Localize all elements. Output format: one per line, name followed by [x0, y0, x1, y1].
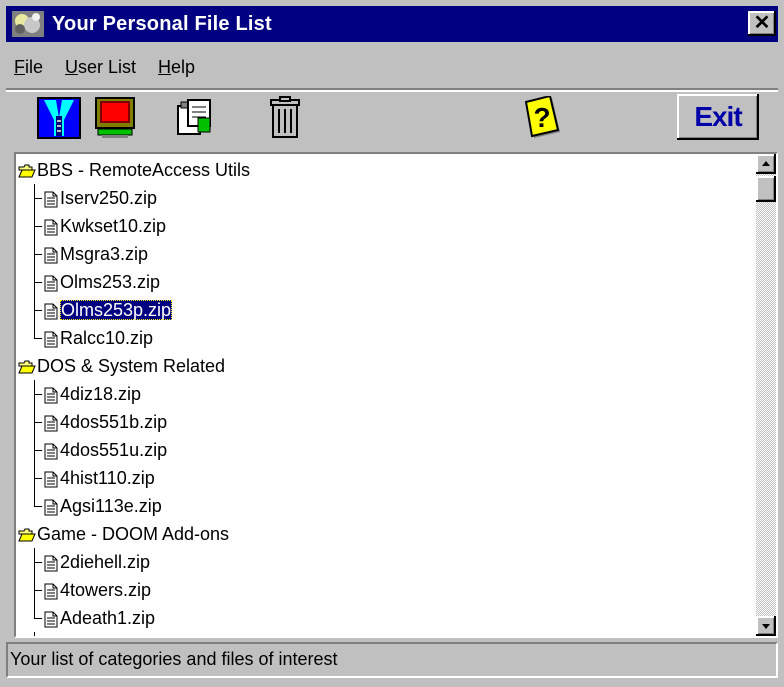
help-icon[interactable]: ?	[520, 96, 566, 140]
file-label: Agsi113e.zip	[60, 496, 162, 516]
monitor-icon[interactable]	[92, 96, 138, 140]
app-window: Your Personal File List ✕ File User List…	[0, 0, 784, 687]
file-icon	[44, 471, 58, 488]
toolbar: ? Exit	[0, 92, 784, 148]
category-label: BBS - RemoteAccess Utils	[37, 160, 251, 180]
svg-text:?: ?	[533, 102, 550, 133]
file-icon	[44, 555, 58, 572]
file-label: 4dos551u.zip	[60, 440, 168, 460]
vertical-scrollbar[interactable]	[756, 154, 776, 636]
file-label: Adeath1.zip	[60, 608, 156, 628]
file-icon	[44, 219, 58, 236]
open-folder-icon	[18, 528, 36, 542]
file-label: Kwkset10.zip	[60, 216, 167, 236]
tree-file-item[interactable]: Msgra3.zip	[34, 240, 148, 268]
tree-file-item[interactable]: Olms253.zip	[34, 268, 160, 296]
file-icon	[44, 415, 58, 432]
file-label: 4dos551b.zip	[60, 412, 168, 432]
tree-file-item[interactable]: Ralcc10.zip	[34, 324, 153, 352]
file-tree-view[interactable]: BBS - RemoteAccess Utils Iserv250.zip Kwks…	[16, 154, 756, 636]
tree-category[interactable]: BBS - RemoteAccess Utils	[18, 156, 250, 184]
tree-file-item[interactable]: 4towers.zip	[34, 576, 151, 604]
menu-bar: File User List Help	[6, 50, 209, 84]
menu-file[interactable]: File	[14, 57, 43, 78]
category-label: Game - DOOM Add-ons	[37, 524, 230, 544]
tree-file-item[interactable]: 4diz18.zip	[34, 380, 141, 408]
tree-file-item[interactable]: Kwkset10.zip	[34, 212, 166, 240]
paste-icon[interactable]	[170, 96, 216, 140]
file-tree: BBS - RemoteAccess Utils Iserv250.zip Kwks…	[14, 152, 778, 638]
exit-button[interactable]: Exit	[677, 94, 759, 140]
tree-file-item[interactable]: 4dos551b.zip	[34, 408, 167, 436]
status-bar: Your list of categories and files of int…	[6, 642, 778, 678]
file-icon	[44, 611, 58, 628]
file-icon	[44, 499, 58, 516]
file-icon	[44, 191, 58, 208]
tree-file-item[interactable]: Iserv250.zip	[34, 184, 157, 212]
file-icon	[44, 275, 58, 292]
file-label: Ralcc10.zip	[60, 328, 154, 348]
trash-icon[interactable]	[262, 96, 308, 140]
file-icon	[44, 331, 58, 348]
file-label: 2diehell.zip	[60, 552, 151, 572]
file-label: Olms253p.zip	[60, 300, 173, 320]
arrow-up-icon	[762, 161, 770, 166]
tree-file-item[interactable]: Agsi113e.zip	[34, 492, 162, 520]
menu-help[interactable]: Help	[158, 57, 195, 78]
scroll-down-button[interactable]	[756, 616, 776, 636]
zip-icon[interactable]	[36, 96, 82, 140]
scroll-up-button[interactable]	[756, 154, 776, 174]
file-label: 4towers.zip	[60, 580, 152, 600]
file-icon	[44, 387, 58, 404]
file-label: Olms253.zip	[60, 272, 161, 292]
category-label: DOS & System Related	[37, 356, 226, 376]
tree-branch-line	[34, 632, 44, 636]
tree-file-item[interactable]: Adeath1.zip	[34, 604, 155, 632]
tree-file-item[interactable]: 4dos551u.zip	[34, 436, 167, 464]
tree-file-item[interactable]: 4hist110.zip	[34, 464, 155, 492]
menu-user-list[interactable]: User List	[65, 57, 136, 78]
tree-file-item[interactable]: Olms253p.zip	[34, 296, 173, 324]
file-icon	[44, 583, 58, 600]
file-label: 4diz18.zip	[60, 384, 142, 404]
file-label: Msgra3.zip	[60, 244, 149, 264]
file-icon	[44, 247, 58, 264]
file-icon	[44, 443, 58, 460]
file-label: Iserv250.zip	[60, 188, 158, 208]
open-folder-icon	[18, 360, 36, 374]
open-folder-icon	[18, 164, 36, 178]
tree-file-item[interactable]: 2diehell.zip	[34, 548, 150, 576]
window-title: Your Personal File List	[52, 12, 272, 35]
app-icon	[12, 11, 44, 37]
tree-category[interactable]: Game - DOOM Add-ons	[18, 520, 229, 548]
file-icon	[44, 303, 58, 320]
file-label: 4hist110.zip	[60, 468, 155, 488]
arrow-down-icon	[762, 624, 770, 629]
scroll-thumb[interactable]	[756, 176, 776, 202]
close-button[interactable]: ✕	[748, 11, 776, 36]
title-bar[interactable]: Your Personal File List ✕	[6, 6, 778, 42]
tree-category[interactable]: DOS & System Related	[18, 352, 225, 380]
